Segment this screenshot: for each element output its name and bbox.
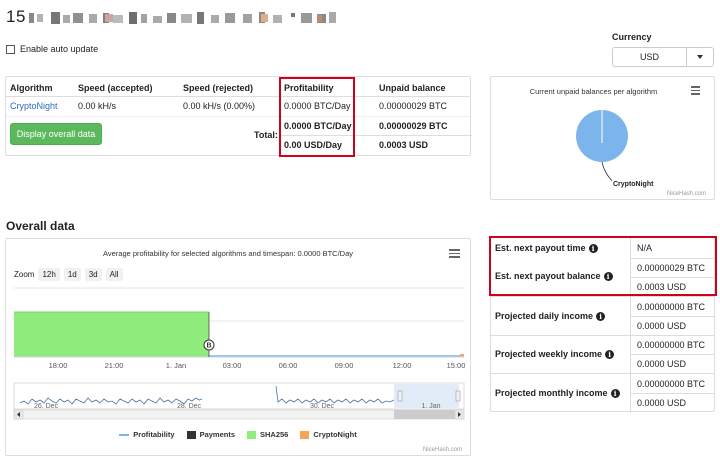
overall-chart-credit[interactable]: NiceHash.com — [423, 447, 462, 453]
column-header-speed-accepted: Speed (accepted) — [78, 83, 153, 93]
auto-update-control[interactable]: Enable auto update — [6, 44, 98, 54]
unpaid-balance-cell: 0.00000029 BTC — [379, 101, 448, 111]
projected-daily-usd: 0.0000 USD — [637, 321, 687, 331]
legend-item-payments[interactable]: Payments — [186, 430, 235, 439]
projected-weekly-label: Projected weekly income i — [495, 349, 615, 359]
x-axis-tick-label: 09:00 — [335, 361, 354, 370]
algorithm-link-cryptonight[interactable]: CryptoNight — [10, 101, 58, 111]
legend-square-icon — [247, 430, 256, 439]
row-divider — [6, 116, 470, 117]
x-axis-tick-label: 06:00 — [279, 361, 298, 370]
legend-label: SHA256 — [260, 430, 289, 439]
total-unpaid-usd: 0.0003 USD — [379, 140, 429, 150]
currency-label: Currency — [612, 32, 652, 42]
payment-flag-letter: B — [206, 343, 211, 350]
legend-item-cryptonight[interactable]: CryptoNight — [300, 430, 357, 439]
info-icon[interactable]: i — [596, 311, 606, 321]
projected-weekly-usd: 0.0000 USD — [637, 359, 687, 369]
algorithms-table: Algorithm Speed (accepted) Speed (reject… — [5, 76, 472, 156]
pixelated-title-text — [28, 11, 336, 24]
x-axis-tick-label: 21:00 — [105, 361, 124, 370]
total-unpaid-btc: 0.00000029 BTC — [379, 121, 448, 131]
currency-select[interactable]: USD — [612, 47, 714, 67]
next-payout-highlight-box — [489, 236, 717, 296]
navigator-tick-label: 1. Jan — [421, 403, 440, 410]
x-axis-tick-label: 12:00 — [393, 361, 412, 370]
legend-label: Profitability — [133, 430, 175, 439]
page-title-prefix: 15 — [6, 7, 26, 26]
speed-accepted-cell: 0.00 kH/s — [78, 101, 117, 111]
row-divider — [491, 335, 714, 336]
legend-item-sha256[interactable]: SHA256 — [247, 430, 288, 439]
projected-monthly-label: Projected monthly income i — [495, 388, 620, 398]
pie-chart-svg — [576, 110, 628, 182]
profitability-highlight-box — [279, 77, 355, 157]
navigator-tick-label: 26. Dec — [34, 403, 59, 410]
row-divider — [630, 354, 714, 355]
legend-square-icon — [300, 430, 310, 439]
column-header-algorithm: Algorithm — [10, 83, 53, 93]
legend-label: CryptoNight — [313, 430, 357, 439]
legend-line-icon — [119, 433, 130, 436]
unpaid-balances-pie-panel: Current unpaid balances per algorithm Cr… — [490, 76, 715, 200]
chart-legend: Profitability Payments SHA256 CryptoNigh… — [6, 430, 470, 439]
auto-update-checkbox[interactable] — [6, 44, 15, 54]
pie-slice-label: CryptoNight — [613, 181, 654, 188]
currency-selected-value[interactable]: USD — [613, 48, 687, 66]
x-axis-tick-label: 1. Jan — [166, 361, 186, 370]
column-header-speed-rejected: Speed (rejected) — [183, 83, 254, 93]
navigator-scrollbar-thumb[interactable] — [394, 410, 458, 419]
display-overall-data-button[interactable]: Display overall data — [10, 123, 102, 145]
projected-daily-btc: 0.00000000 BTC — [637, 302, 706, 312]
projected-monthly-usd: 0.0000 USD — [637, 398, 687, 408]
x-axis-tick-label: 15:00 — [447, 361, 466, 370]
sha256-area[interactable] — [14, 312, 209, 357]
overall-chart-panel: Average profitability for selected algor… — [5, 238, 471, 456]
x-axis-tick-label: 18:00 — [49, 361, 68, 370]
navigator-tick-label: 28. Dec — [177, 403, 202, 410]
info-icon[interactable]: i — [605, 349, 615, 359]
projected-monthly-btc: 0.00000000 BTC — [637, 379, 706, 389]
pie-label-connector — [601, 161, 613, 182]
column-header-unpaid-balance: Unpaid balance — [379, 83, 446, 93]
legend-item-profitability[interactable]: Profitability — [119, 430, 175, 439]
row-divider — [630, 316, 714, 317]
legend-square-icon — [186, 430, 196, 439]
row-divider — [491, 373, 714, 374]
total-label: Total: — [254, 130, 278, 140]
speed-rejected-cell: 0.00 kH/s (0.00%) — [183, 101, 256, 111]
table-header-divider — [6, 96, 470, 97]
projected-daily-label: Projected daily income i — [495, 311, 606, 321]
currency-dropdown-toggle[interactable] — [687, 48, 713, 66]
x-axis-tick-label: 03:00 — [223, 361, 242, 370]
row-divider — [630, 393, 714, 394]
navigator-left-handle[interactable] — [397, 390, 403, 402]
info-icon[interactable]: i — [610, 388, 620, 398]
page-title: 15 — [6, 4, 409, 30]
auto-update-label: Enable auto update — [20, 44, 99, 54]
navigator-right-handle[interactable] — [455, 390, 461, 402]
overall-data-heading: Overall data — [6, 219, 75, 233]
navigator-tick-label: 30. Dec — [310, 403, 335, 410]
overall-chart-svg: B 18:00 21:00 1. Jan 03:00 06:00 09:00 12:00 15… — [13, 287, 466, 420]
chevron-down-icon — [697, 55, 703, 59]
row-divider — [491, 296, 714, 297]
projected-weekly-btc: 0.00000000 BTC — [637, 340, 706, 350]
pie-chart-credit[interactable]: NiceHash.com — [667, 191, 706, 197]
legend-label: Payments — [199, 430, 235, 439]
